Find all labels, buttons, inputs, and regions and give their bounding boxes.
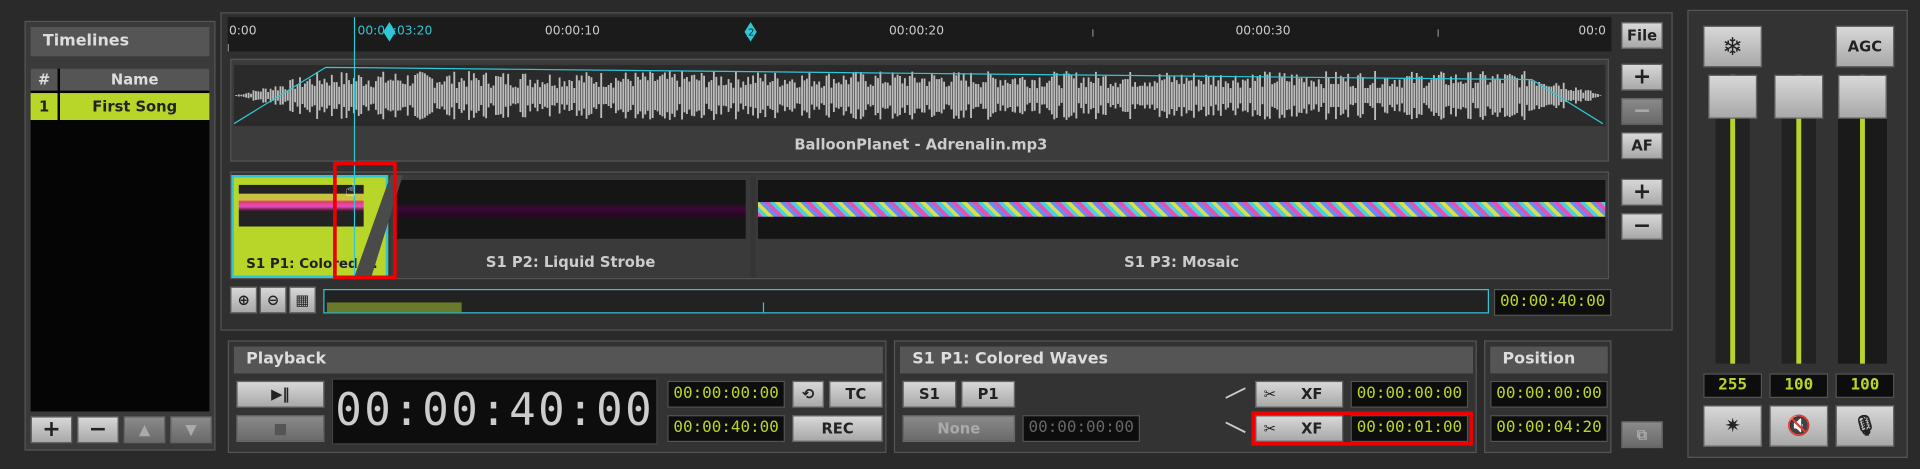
clip[interactable]: S1 P3: Mosaic	[755, 175, 1608, 278]
playback-title: Playback	[233, 346, 883, 374]
ruler-label: 00:0	[1578, 24, 1606, 38]
time-ruler[interactable]: 0:00 00:00:03:20 00:00:10 00:00:20 00:00…	[227, 17, 1612, 52]
clip-label: S1 P2: Liquid Strobe	[485, 253, 656, 271]
mouse-cursor-icon: ☝	[345, 181, 356, 201]
audio-waveform	[233, 64, 1606, 127]
master-value: 255	[1703, 373, 1763, 398]
zoom-minus-button[interactable]: −	[1621, 97, 1663, 125]
mic-value: 100	[1835, 373, 1895, 398]
master-fader-handle[interactable]	[1708, 74, 1758, 119]
position-panel: Position 00:00:00:00 00:00:04:20	[1484, 340, 1612, 454]
zoom-in-icon[interactable]: ⊕	[230, 286, 258, 314]
move-down-button[interactable]: ▼	[170, 416, 212, 444]
zoom-plus-button[interactable]: +	[1621, 63, 1663, 91]
track-plus-button[interactable]: +	[1621, 178, 1663, 206]
timeline-row-name: First Song	[60, 93, 210, 121]
move-up-button[interactable]: ▲	[123, 416, 166, 444]
clip-preview	[395, 180, 746, 239]
light-off-icon: ✷	[1724, 413, 1741, 438]
playback-panel: Playback ▶‖ ■ 00:00:40:00 00:00:00:00 00…	[227, 340, 887, 454]
timelines-title: Timelines	[30, 26, 210, 57]
mixer-panel: ❄ AGC 255 100 100 ✷ 🔇 🎙	[1687, 9, 1908, 458]
position-title: Position	[1490, 346, 1608, 374]
af-button[interactable]: AF	[1621, 132, 1663, 160]
fade-in-curve-icon	[1223, 383, 1247, 403]
tc-button[interactable]: TC	[828, 380, 883, 408]
freeze-button[interactable]: ❄	[1703, 25, 1763, 68]
duration-display[interactable]: 00:00:40:00	[1493, 288, 1612, 316]
loop-icon: ⟲	[802, 385, 815, 403]
column-header-number[interactable]: #	[30, 68, 58, 91]
play-pause-button[interactable]: ▶‖	[236, 380, 325, 408]
timeline-row[interactable]: 1 First Song	[30, 93, 210, 121]
xf-out-highlight	[1251, 411, 1474, 446]
scene-button[interactable]: S1	[902, 380, 957, 408]
cue-marker-icon[interactable]	[383, 22, 396, 42]
cue-title: S1 P1: Colored Waves	[900, 346, 1474, 374]
column-header-name[interactable]: Name	[60, 68, 210, 91]
page-button[interactable]: P1	[961, 380, 1016, 408]
rec-button[interactable]: REC	[792, 415, 883, 443]
ruler-label: 00:00:20	[888, 24, 944, 38]
remove-timeline-button[interactable]: −	[77, 416, 119, 444]
ruler-label: 00:00:10	[544, 24, 600, 38]
blackout-button[interactable]: ✷	[1703, 405, 1763, 447]
xf-in-button[interactable]: ✂ XF	[1255, 380, 1344, 408]
zoom-out-icon[interactable]: ⊖	[259, 286, 287, 314]
playback-time-2[interactable]: 00:00:40:00	[667, 415, 785, 443]
scissors-icon: ✂	[1263, 385, 1277, 403]
ruler-label: 00:00:30	[1235, 24, 1291, 38]
audio-track-name: BalloonPlanet - Adrenalin.mp3	[794, 135, 1048, 154]
timeline-scrollbar[interactable]	[323, 288, 1489, 314]
clip-label: S1 P3: Mosaic	[1124, 253, 1240, 271]
cue-panel: S1 P1: Colored Waves S1 P1 None 00:00:00…	[893, 340, 1477, 454]
mic-mute-button[interactable]: 🎙	[1835, 405, 1895, 447]
snowflake-icon: ❄	[1722, 31, 1743, 62]
big-time-display: 00:00:40:00	[331, 378, 658, 445]
ruler-label: 0:00	[228, 24, 257, 38]
none-time: 00:00:00:00	[1022, 415, 1141, 443]
clip-track: S1 P1: Colored ... S1 P2: Liquid Strobe …	[230, 171, 1609, 280]
detach-button[interactable]: ⧉	[1621, 421, 1663, 449]
file-button[interactable]: File	[1621, 22, 1663, 49]
mic-fader-handle[interactable]	[1837, 74, 1887, 119]
timeline-row-number: 1	[30, 93, 58, 121]
add-timeline-button[interactable]: +	[30, 416, 73, 444]
loop-button[interactable]: ⟲	[792, 380, 825, 408]
position-time-1[interactable]: 00:00:00:00	[1490, 380, 1608, 408]
stop-button[interactable]: ■	[236, 415, 325, 443]
none-button[interactable]: None	[902, 415, 1016, 443]
clip-preview	[757, 180, 1606, 239]
playback-time-1[interactable]: 00:00:00:00	[667, 380, 785, 408]
position-time-2[interactable]: 00:00:04:20	[1490, 415, 1608, 443]
audio-mute-button[interactable]: 🔇	[1769, 405, 1829, 447]
audio-track[interactable]: BalloonPlanet - Adrenalin.mp3	[230, 58, 1609, 162]
audio-value: 100	[1769, 373, 1829, 398]
clip[interactable]: S1 P2: Liquid Strobe	[390, 175, 751, 278]
xf-in-time[interactable]: 00:00:00:00	[1350, 380, 1469, 408]
fade-highlight	[333, 161, 397, 280]
cue-marker-2-icon[interactable]: 2	[744, 22, 757, 42]
mic-mute-icon: 🎙	[1852, 413, 1878, 438]
timelines-list: # Name 1 First Song	[30, 68, 210, 412]
speaker-mute-icon: 🔇	[1786, 413, 1811, 438]
fade-out-curve-icon	[1223, 418, 1247, 438]
window-icon: ⧉	[1636, 426, 1648, 444]
svg-text:2: 2	[748, 28, 754, 39]
track-minus-button[interactable]: −	[1621, 213, 1663, 241]
audio-fader-handle[interactable]	[1774, 74, 1824, 119]
agc-button[interactable]: AGC	[1835, 25, 1895, 68]
timelines-panel: Timelines # Name 1 First Song + − ▲ ▼	[24, 20, 216, 451]
grid-icon[interactable]: ▦	[288, 286, 316, 314]
